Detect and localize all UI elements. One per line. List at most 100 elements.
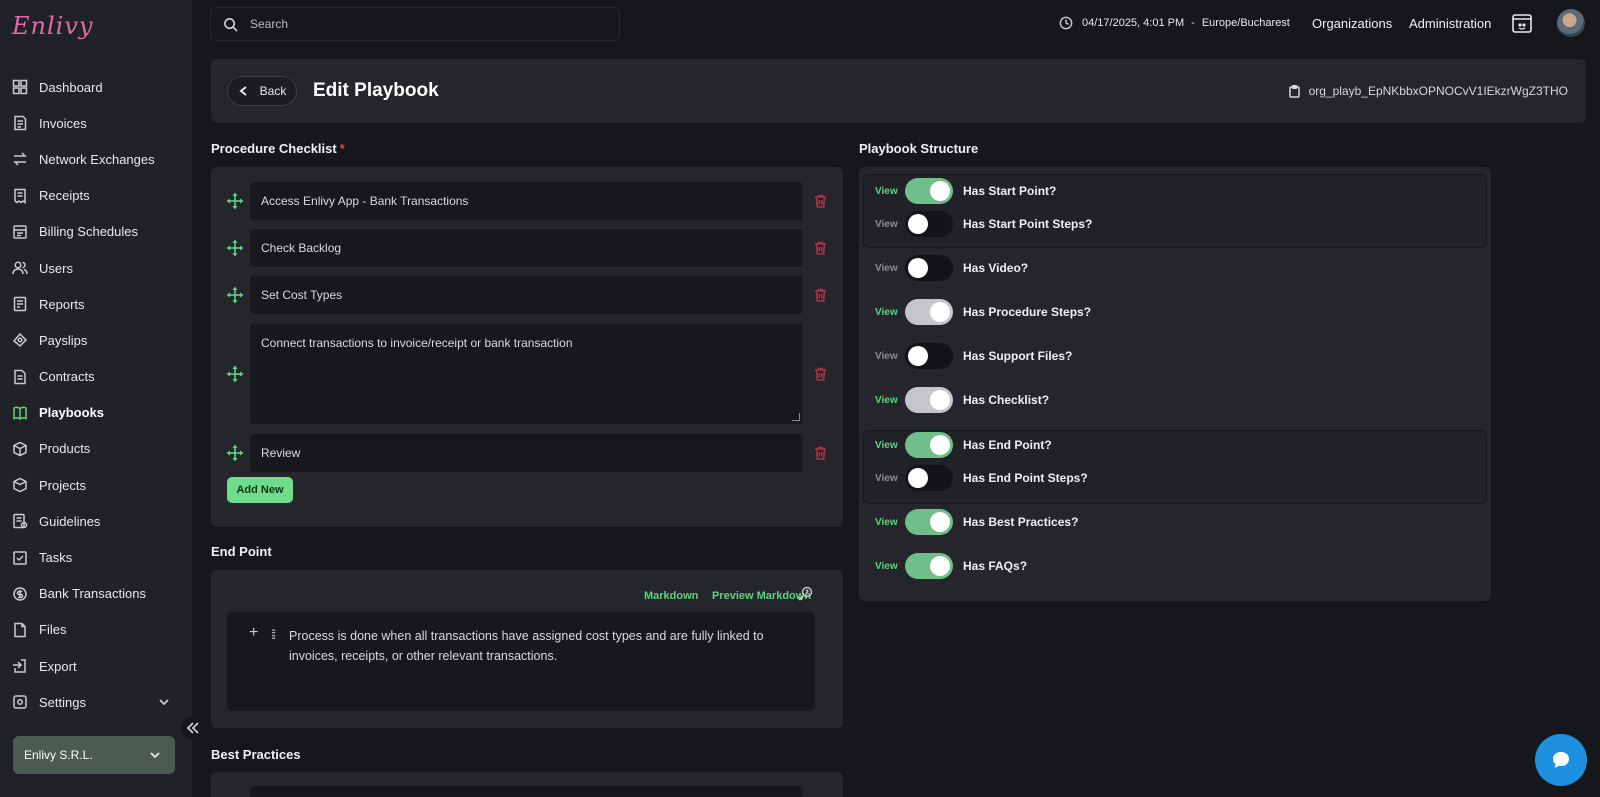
view-link[interactable]: View [875,395,905,406]
view-link[interactable]: View [875,517,905,528]
end-point-text[interactable]: Process is done when all transactions ha… [289,626,789,666]
checklist-item-input[interactable]: Access Enlivy App - Bank Transactions [250,182,803,220]
toggle-knob [908,214,928,234]
sidebar-item-users[interactable]: Users [0,250,192,286]
sidebar-item-guidelines[interactable]: Guidelines [0,503,192,539]
checklist-item-input[interactable]: Review [250,434,803,472]
search-bar[interactable] [210,7,620,41]
delete-icon[interactable] [814,241,827,255]
drag-move-icon[interactable] [226,286,244,304]
delete-icon[interactable] [814,367,827,381]
payslips-icon [12,332,28,348]
end-point-card: Markdown Preview Markdown + ⁞⁞ Process i… [211,570,843,728]
enlivy-logo[interactable]: Enlivy [12,12,93,40]
best-practice-input[interactable] [250,786,803,797]
toggle-row-has-procedure-steps: View Has Procedure Steps? [875,298,1091,326]
toggle-switch[interactable] [905,465,953,491]
toggle-switch[interactable] [905,387,953,413]
toggle-knob [930,435,950,455]
chat-button[interactable] [1535,734,1587,786]
checklist-item-text: Review [261,446,301,460]
sidebar-item-reports[interactable]: Reports [0,286,192,322]
sidebar-item-label: Settings [39,694,86,710]
sidebar-item-files[interactable]: Files [0,612,192,648]
drag-move-icon[interactable] [226,365,244,383]
user-avatar[interactable] [1557,9,1585,37]
checklist-item-textarea[interactable]: Connect transactions to invoice/receipt … [250,324,803,424]
toggle-switch[interactable] [905,211,953,237]
delete-icon[interactable] [814,446,827,460]
sidebar-item-label: Files [39,622,67,638]
sidebar-item-export[interactable]: Export [0,648,192,684]
toggle-row-has-end-point: View Has End Point? [875,431,1052,459]
toggle-row-has-end-point-steps: View Has End Point Steps? [875,464,1088,492]
sidebar-item-projects[interactable]: Projects [0,467,192,503]
toggle-switch[interactable] [905,299,953,325]
toggle-switch[interactable] [905,432,953,458]
drag-move-icon[interactable] [226,239,244,257]
sidebar-item-receipts[interactable]: Receipts [0,178,192,214]
toggle-knob [930,556,950,576]
checklist-title-text: Procedure Checklist [211,141,337,156]
sidebar-item-network-exchanges[interactable]: Network Exchanges [0,141,192,177]
checklist-item-input[interactable]: Set Cost Types [250,276,803,314]
sidebar-item-contracts[interactable]: Contracts [0,359,192,395]
settings-icon [12,694,28,710]
copy-id-button[interactable]: org_playb_EpNKbbxOPNOCvV1IEkzrWgZ3THO [1288,84,1568,98]
sidebar-item-playbooks[interactable]: Playbooks [0,395,192,431]
sidebar-item-products[interactable]: Products [0,431,192,467]
delete-icon[interactable] [814,194,827,208]
add-new-button[interactable]: Add New [227,477,293,503]
search-icon [224,17,238,32]
sidebar-item-billing-schedules[interactable]: Billing Schedules [0,214,192,250]
delete-icon[interactable] [814,288,827,302]
sidebar-item-label: Dashboard [39,79,103,95]
back-button[interactable]: Back [227,76,297,106]
sidebar-item-tasks[interactable]: Tasks [0,539,192,575]
toggle-row-has-best-practices: View Has Best Practices? [875,508,1078,536]
sidebar-item-settings[interactable]: Settings [0,684,192,720]
sidebar-item-label: Export [39,658,77,674]
app-root: Enlivy Dashboard Invoices Network Exchange… [0,0,1600,797]
view-link[interactable]: View [875,351,905,362]
toggle-label: Has Start Point Steps? [963,217,1093,231]
toggle-switch[interactable] [905,553,953,579]
drag-move-icon[interactable] [226,192,244,210]
checklist-item-input[interactable]: Check Backlog [250,229,803,267]
view-link[interactable]: View [875,307,905,318]
sidebar-item-dashboard[interactable]: Dashboard [0,69,192,105]
view-link[interactable]: View [875,473,905,484]
resize-handle-icon[interactable] [792,413,800,421]
markdown-tab[interactable]: Markdown [644,590,698,602]
collapse-sidebar-button[interactable] [181,716,205,740]
products-icon [12,441,28,457]
toggle-label: Has Start Point? [963,184,1057,198]
invoice-icon [12,115,28,131]
toggle-switch[interactable] [905,343,953,369]
calendar-icon[interactable] [1511,12,1533,34]
sidebar-item-payslips[interactable]: Payslips [0,322,192,358]
sidebar-item-label: Playbooks [39,405,105,421]
view-link[interactable]: View [875,219,905,230]
search-input[interactable] [250,17,590,31]
toggle-switch[interactable] [905,509,953,535]
organization-select[interactable]: Enlivy S.R.L. [13,736,175,774]
administration-link[interactable]: Administration [1409,16,1491,31]
drag-move-icon[interactable] [226,444,244,462]
end-point-editor[interactable]: + ⁞⁞ Process is done when all transactio… [227,612,815,711]
toggle-switch[interactable] [905,255,953,281]
view-link[interactable]: View [875,263,905,274]
toggle-row-has-video: View Has Video? [875,254,1028,282]
add-block-icon[interactable]: + [249,624,258,642]
drag-handle-icon[interactable]: ⁞⁞ [271,627,276,642]
organizations-link[interactable]: Organizations [1312,16,1392,31]
markdown-help-icon[interactable] [797,586,813,602]
sidebar-item-bank-transactions[interactable]: Bank Transactions [0,576,192,612]
view-link[interactable]: View [875,561,905,572]
view-link[interactable]: View [875,186,905,197]
guidelines-icon [12,513,28,529]
datetime-display: 04/17/2025, 4:01 PM - Europe/Bucharest [1059,15,1290,31]
view-link[interactable]: View [875,440,905,451]
toggle-switch[interactable] [905,178,953,204]
sidebar-item-invoices[interactable]: Invoices [0,105,192,141]
